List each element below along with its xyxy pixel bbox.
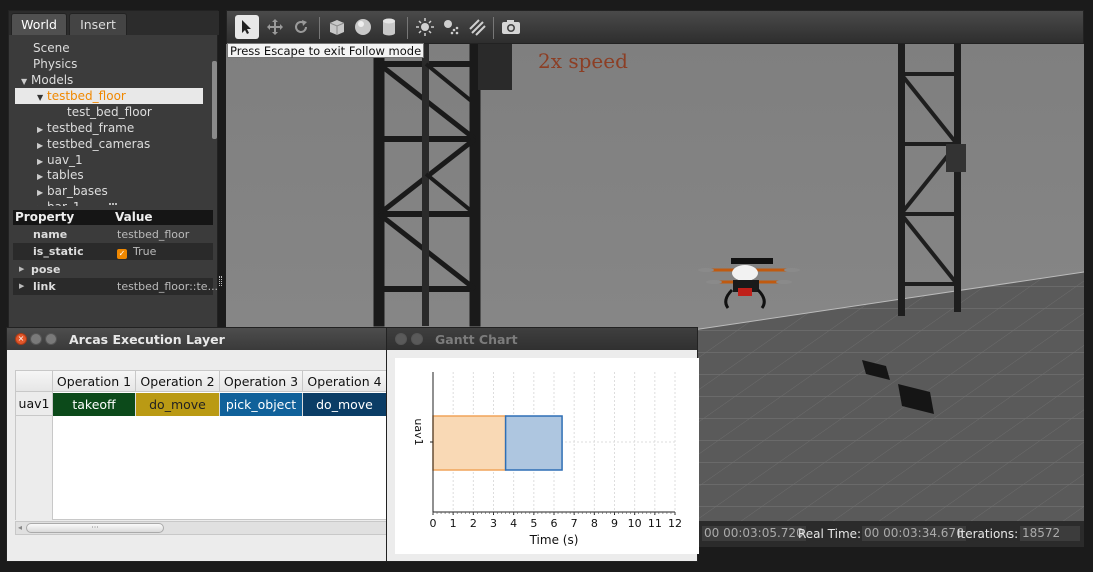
- minimize-icon[interactable]: [30, 333, 42, 345]
- select-arrow-icon[interactable]: [235, 15, 259, 39]
- tree-item-models[interactable]: ▼ Models: [21, 72, 73, 88]
- close-icon[interactable]: [395, 333, 407, 345]
- row-header[interactable]: uav1: [16, 392, 53, 416]
- x-tick-label: 10: [628, 517, 642, 530]
- real-time-label: Real Time:: [798, 527, 862, 541]
- panel-splitter[interactable]: [219, 276, 222, 286]
- world-panel: World Insert Scene Physics ▼ Models ▼ test…: [8, 10, 219, 330]
- column-header[interactable]: Operation 1: [53, 371, 136, 392]
- tab-insert[interactable]: Insert: [69, 13, 127, 35]
- x-tick-label: 0: [430, 517, 437, 530]
- collapsed-arrow-icon[interactable]: ▶: [19, 278, 24, 295]
- property-row-link[interactable]: ▶ link testbed_floor::te...: [13, 278, 218, 295]
- tree-item-test-bed-floor[interactable]: test_bed_floor: [67, 104, 152, 120]
- property-header: Property Value: [13, 210, 213, 225]
- status-bar: 00 00:03:05.720 Real Time: 00 00:03:34.6…: [698, 521, 1084, 547]
- window-titlebar[interactable]: × Arcas Execution Layer: [7, 328, 387, 350]
- x-tick-label: 1: [450, 517, 457, 530]
- column-header[interactable]: Operation 2: [136, 371, 220, 392]
- tab-world[interactable]: World: [11, 13, 67, 35]
- scroll-left-icon[interactable]: ◂: [18, 522, 22, 534]
- collapsed-arrow-icon[interactable]: ▶: [19, 261, 24, 278]
- minimize-icon[interactable]: [411, 333, 423, 345]
- horizontal-scrollbar[interactable]: ◂ ···: [15, 521, 387, 535]
- tree-item-bar-bases[interactable]: ▶ bar_bases: [37, 183, 108, 199]
- corner-header[interactable]: [16, 371, 53, 392]
- operations-table: Operation 1 Operation 2 Operation 3 Oper…: [15, 370, 387, 520]
- tree-item-testbed-frame[interactable]: ▶ testbed_frame: [37, 120, 134, 136]
- x-tick-label: 12: [668, 517, 682, 530]
- window-titlebar[interactable]: Gantt Chart: [387, 328, 697, 350]
- operation-cell[interactable]: pick_object: [220, 393, 303, 416]
- column-header[interactable]: Operation 4: [303, 371, 387, 392]
- tree-item-testbed-cameras[interactable]: ▶ testbed_cameras: [37, 136, 150, 152]
- x-tick-label: 2: [470, 517, 477, 530]
- gantt-chart-svg: 0 1 2 3 4 5 6 7 8 9 10 11 12uav1Time (s): [412, 372, 682, 547]
- sphere-icon[interactable]: [351, 15, 375, 39]
- splitter-grip[interactable]: [109, 203, 117, 207]
- gantt-plot-area: 0 1 2 3 4 5 6 7 8 9 10 11 12 uav1 Time (s): [395, 358, 699, 554]
- translate-icon[interactable]: [263, 15, 287, 39]
- x-tick-label: 8: [591, 517, 598, 530]
- sim-time-value: 00 00:03:05.720: [702, 526, 806, 541]
- panel-tabs: World Insert: [9, 11, 219, 35]
- column-header[interactable]: Operation 3: [220, 371, 303, 392]
- maximize-icon[interactable]: [45, 333, 57, 345]
- toolbar-separator: [407, 17, 408, 39]
- gazebo-toolbar: [226, 10, 1084, 44]
- camera-screenshot-icon[interactable]: [499, 15, 523, 39]
- close-icon[interactable]: ×: [15, 333, 27, 345]
- x-tick-label: 9: [611, 517, 618, 530]
- x-tick-label: 4: [510, 517, 517, 530]
- property-row-is-static[interactable]: is_static ✓ True: [13, 243, 213, 260]
- row-header-empty: [16, 416, 53, 520]
- operation-cell[interactable]: do_move: [303, 393, 387, 416]
- x-tick-label: 11: [648, 517, 662, 530]
- toolbar-separator: [319, 17, 320, 39]
- operation-cell[interactable]: takeoff: [53, 393, 136, 416]
- gantt-chart-window: Gantt Chart 0 1 2 3 4 5 6 7 8 9 10 11 12 uav1 Time (s): [386, 327, 699, 562]
- scrollbar-thumb[interactable]: ···: [26, 523, 164, 533]
- x-axis-label: Time (s): [529, 533, 579, 547]
- box-icon[interactable]: [325, 15, 349, 39]
- speed-overlay-label: 2x speed: [538, 49, 628, 73]
- world-tree: Scene Physics ▼ Models ▼ testbed_floor tes…: [9, 38, 211, 206]
- tree-item-scene[interactable]: Scene: [33, 40, 70, 56]
- tree-item-bar-1[interactable]: ▶bar_1: [37, 199, 81, 206]
- tree-item-tables[interactable]: ▶ tables: [37, 167, 84, 183]
- iterations-value: 18572: [1020, 526, 1080, 541]
- property-row-name[interactable]: name testbed_floor: [13, 226, 213, 243]
- tree-item-uav-1[interactable]: ▶ uav_1: [37, 152, 83, 168]
- spot-light-icon[interactable]: [439, 15, 463, 39]
- arcas-execution-window: × Arcas Execution Layer Operation 1 Oper…: [6, 327, 388, 562]
- gantt-bar: [504, 415, 563, 471]
- property-row-pose[interactable]: ▶ pose: [13, 261, 213, 278]
- y-tick-label: uav1: [412, 418, 425, 445]
- rotate-icon[interactable]: [289, 15, 313, 39]
- toolbar-separator: [493, 17, 494, 39]
- follow-mode-tooltip: Press Escape to exit Follow mode: [227, 43, 425, 58]
- window-title: Gantt Chart: [435, 332, 518, 347]
- directional-light-icon[interactable]: [465, 15, 489, 39]
- tree-item-testbed-floor[interactable]: ▼ testbed_floor: [15, 88, 203, 104]
- tree-item-physics[interactable]: Physics: [33, 56, 77, 72]
- x-tick-label: 6: [551, 517, 558, 530]
- point-light-icon[interactable]: [413, 15, 437, 39]
- checkbox-checked-icon[interactable]: ✓: [117, 249, 127, 259]
- real-time-value: 00 00:03:34.676: [862, 526, 966, 541]
- x-tick-label: 3: [490, 517, 497, 530]
- cylinder-icon[interactable]: [377, 15, 401, 39]
- window-title: Arcas Execution Layer: [69, 332, 225, 347]
- x-tick-label: 7: [571, 517, 578, 530]
- x-tick-label: 5: [530, 517, 537, 530]
- iterations-label: Iterations:: [957, 527, 1019, 541]
- operation-cell[interactable]: do_move: [136, 393, 220, 416]
- expanded-arrow-icon[interactable]: ▼: [37, 90, 47, 106]
- gantt-bar: [432, 415, 507, 471]
- tree-scrollbar[interactable]: [212, 61, 217, 139]
